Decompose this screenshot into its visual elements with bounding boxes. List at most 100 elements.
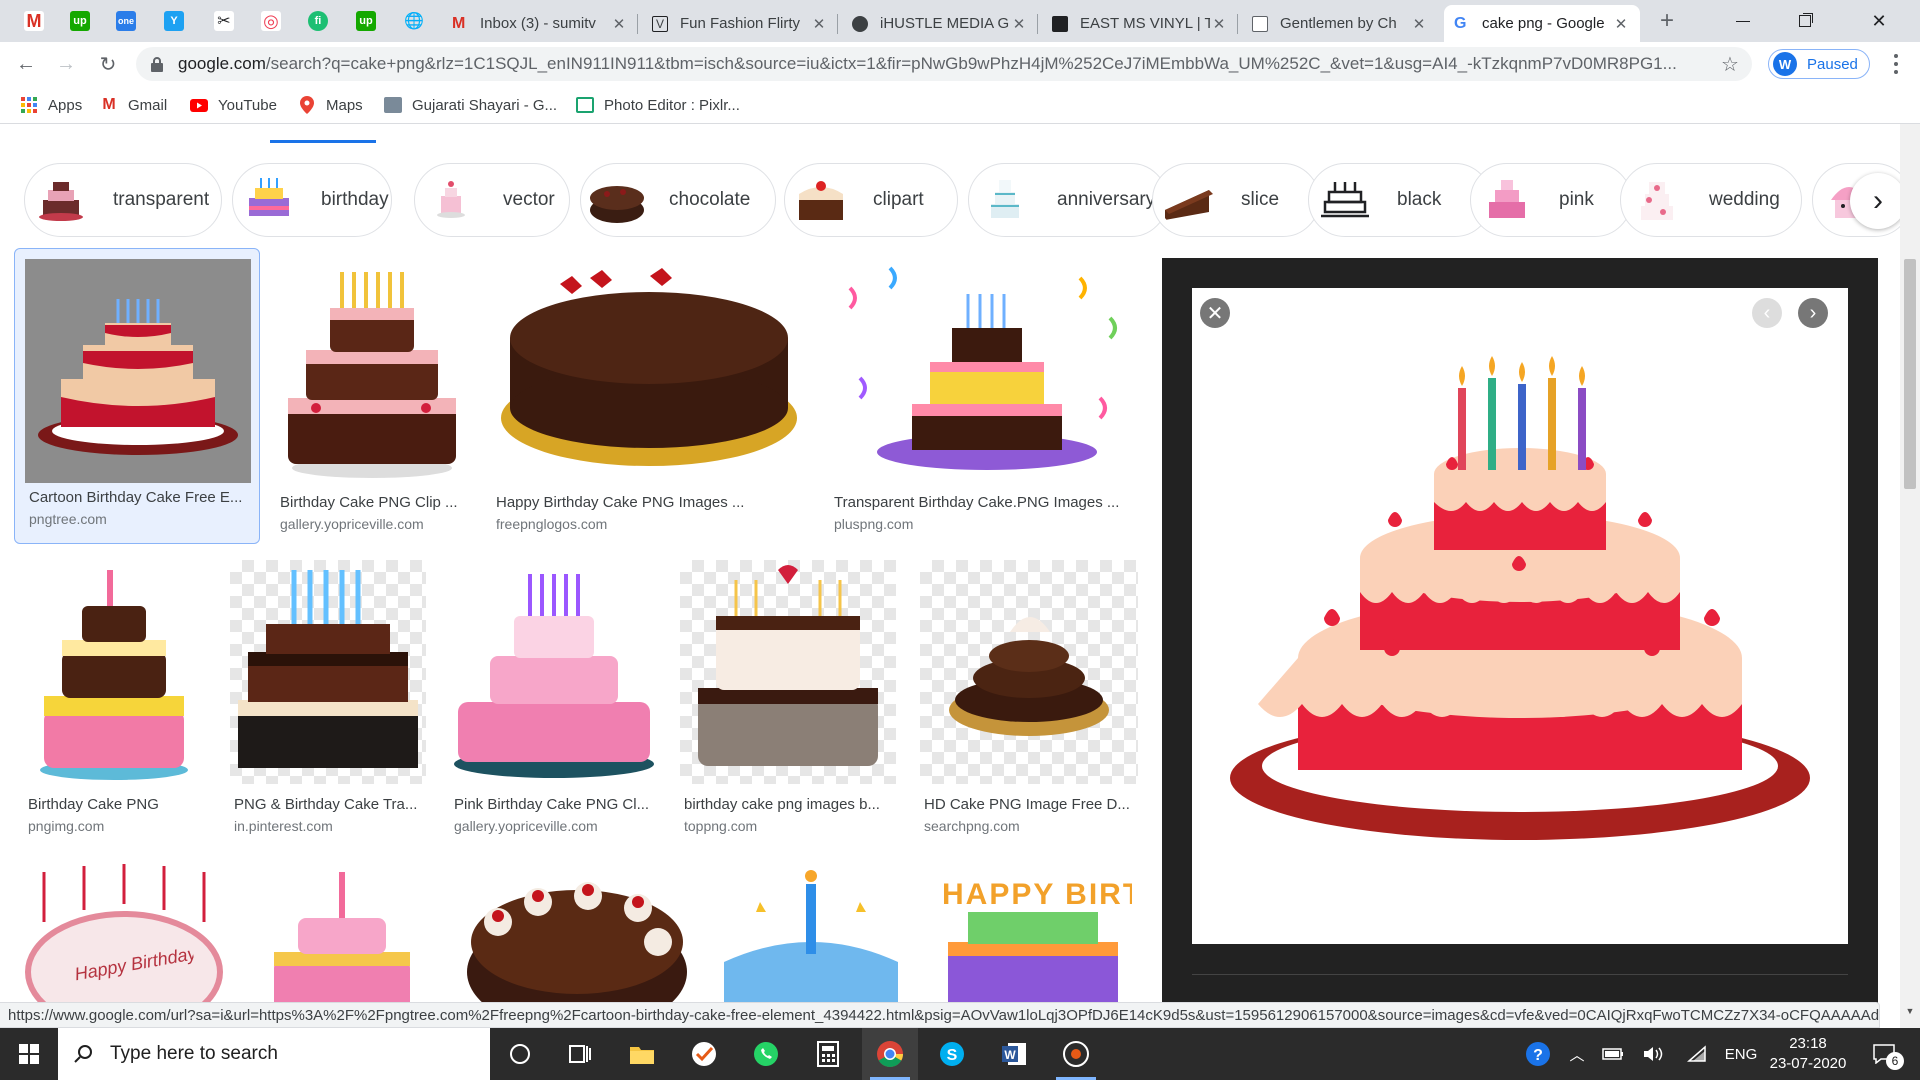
taskbar-clock[interactable]: 23:18 23-07-2020: [1766, 1034, 1850, 1074]
result-image[interactable]: [920, 560, 1138, 784]
browser-menu-icon[interactable]: [1886, 52, 1906, 76]
pinned-tab-fiverr[interactable]: fi: [302, 6, 334, 36]
bookmark-apps[interactable]: Apps: [20, 94, 82, 116]
tab-inbox[interactable]: M Inbox (3) - sumitv ✕: [442, 5, 638, 42]
result-tile[interactable]: [720, 862, 902, 1010]
minimize-button[interactable]: [1712, 0, 1774, 42]
volume-button[interactable]: [1636, 1028, 1670, 1080]
back-button[interactable]: ←: [12, 50, 40, 78]
close-preview-button[interactable]: ✕: [1200, 298, 1230, 328]
wifi-button[interactable]: [1680, 1028, 1714, 1080]
result-tile[interactable]: HD Cake PNG Image Free D... searchpng.co…: [920, 560, 1138, 844]
pinned-tab-upwork-2[interactable]: up: [350, 6, 382, 36]
result-title[interactable]: HD Cake PNG Image Free D...: [924, 796, 1138, 813]
cortana-button[interactable]: [492, 1028, 548, 1080]
pinned-tab-tools[interactable]: ✂: [208, 6, 240, 36]
result-tile[interactable]: Transparent Birthday Cake.PNG Images ...…: [830, 258, 1144, 542]
app-checkmark-button[interactable]: [676, 1028, 732, 1080]
chrome-button[interactable]: [862, 1028, 918, 1080]
whatsapp-button[interactable]: [738, 1028, 794, 1080]
result-tile[interactable]: Birthday Cake PNG pngimg.com: [24, 560, 204, 844]
result-image[interactable]: [830, 258, 1144, 482]
close-tab-icon[interactable]: ✕: [1010, 15, 1028, 33]
notification-center-button[interactable]: 6: [1862, 1028, 1906, 1080]
result-title[interactable]: Pink Birthday Cake PNG Cl...: [454, 796, 658, 813]
tab-ihustle[interactable]: iHUSTLE MEDIA G ✕: [842, 5, 1038, 42]
result-image[interactable]: [24, 560, 204, 784]
result-image[interactable]: [25, 259, 251, 483]
reload-button[interactable]: ↻: [94, 50, 122, 78]
result-title[interactable]: Birthday Cake PNG Clip ...: [280, 494, 468, 511]
result-tile[interactable]: Happy Birthday: [24, 862, 224, 1010]
input-language[interactable]: ENG: [1720, 1028, 1762, 1080]
chip-pink[interactable]: pink: [1470, 163, 1632, 237]
result-image[interactable]: [276, 258, 468, 482]
media-player-button[interactable]: [1048, 1028, 1104, 1080]
task-view-button[interactable]: [552, 1028, 608, 1080]
bookmark-gujarati-shayari[interactable]: Gujarati Shayari - G...: [384, 94, 557, 116]
result-tile[interactable]: [458, 862, 696, 1010]
close-tab-icon[interactable]: ✕: [1612, 15, 1630, 33]
result-tile[interactable]: birthday cake png images b... toppng.com: [680, 560, 896, 844]
result-title[interactable]: Transparent Birthday Cake.PNG Images ...: [834, 494, 1144, 511]
address-bar[interactable]: google.com/search?q=cake+png&rlz=1C1SQJL…: [136, 47, 1752, 81]
result-image[interactable]: [680, 560, 896, 784]
pinned-tab-gmail[interactable]: M: [18, 6, 50, 36]
result-tile[interactable]: [250, 862, 434, 1010]
result-title[interactable]: PNG & Birthday Cake Tra...: [234, 796, 426, 813]
tab-cake-png[interactable]: G cake png - Google ✕: [1444, 5, 1640, 42]
restore-button[interactable]: [1774, 0, 1836, 42]
file-explorer-button[interactable]: [614, 1028, 670, 1080]
bookmark-star-icon[interactable]: ☆: [1716, 52, 1744, 77]
show-hidden-icons-button[interactable]: ︿: [1560, 1028, 1594, 1080]
result-image[interactable]: [458, 862, 696, 1010]
result-image[interactable]: [250, 862, 434, 1010]
next-image-button[interactable]: ›: [1798, 298, 1828, 328]
taskbar-search-box[interactable]: Type here to search: [58, 1028, 490, 1080]
scrollbar-thumb[interactable]: [1904, 259, 1916, 489]
result-tile[interactable]: Happy Birthday Cake PNG Images ... freep…: [490, 258, 808, 542]
scroll-down-arrow-icon[interactable]: ▼: [1900, 1006, 1920, 1022]
tab-gentlemen[interactable]: Gentlemen by Ch ✕: [1242, 5, 1438, 42]
tab-fun-fashion[interactable]: V Fun Fashion Flirty ✕: [642, 5, 838, 42]
tab-east-ms-vinyl[interactable]: EAST MS VINYL | T ✕: [1042, 5, 1238, 42]
bookmark-maps[interactable]: Maps: [298, 94, 363, 116]
profile-paused-button[interactable]: W Paused: [1768, 49, 1870, 79]
close-window-button[interactable]: ✕: [1848, 0, 1910, 42]
result-image[interactable]: [24, 862, 224, 1010]
result-tile[interactable]: Birthday Cake PNG Clip ... gallery.yopri…: [276, 258, 468, 542]
word-button[interactable]: W: [986, 1028, 1042, 1080]
pinned-tab-onedrive[interactable]: one: [110, 6, 142, 36]
result-title[interactable]: Happy Birthday Cake PNG Images ...: [496, 494, 806, 511]
close-tab-icon[interactable]: ✕: [810, 15, 828, 33]
result-tile[interactable]: PNG & Birthday Cake Tra... in.pinterest.…: [230, 560, 426, 844]
chips-next-button[interactable]: ›: [1850, 173, 1906, 229]
forward-button[interactable]: →: [52, 50, 80, 78]
skype-button[interactable]: S: [924, 1028, 980, 1080]
previous-image-button[interactable]: ‹: [1752, 298, 1782, 328]
chip-clipart[interactable]: clipart: [784, 163, 958, 237]
pinned-tab-upwork[interactable]: up: [64, 6, 96, 36]
bookmark-youtube[interactable]: YouTube: [190, 94, 277, 116]
help-tray-button[interactable]: ?: [1518, 1028, 1558, 1080]
chip-birthday[interactable]: birthday: [232, 163, 392, 237]
pinned-tab-twitter[interactable]: Y: [158, 6, 190, 36]
page-scrollbar[interactable]: ▲ ▼: [1900, 124, 1920, 1028]
preview-image[interactable]: ✕ ‹ ›: [1192, 288, 1848, 944]
close-tab-icon[interactable]: ✕: [610, 15, 628, 33]
chip-anniversary[interactable]: anniversary: [968, 163, 1168, 237]
pinned-tab-globe[interactable]: 🌐: [398, 6, 430, 36]
result-image[interactable]: [490, 258, 808, 482]
chip-chocolate[interactable]: chocolate: [580, 163, 776, 237]
result-tile[interactable]: Cartoon Birthday Cake Free E... pngtree.…: [14, 248, 260, 544]
start-button[interactable]: [0, 1028, 58, 1080]
result-tile[interactable]: Pink Birthday Cake PNG Cl... gallery.yop…: [450, 560, 658, 844]
chip-vector[interactable]: vector: [414, 163, 570, 237]
calculator-button[interactable]: [800, 1028, 856, 1080]
battery-button[interactable]: [1596, 1028, 1630, 1080]
new-tab-button[interactable]: +: [1653, 8, 1681, 36]
chip-slice[interactable]: slice: [1152, 163, 1320, 237]
result-image[interactable]: [720, 862, 902, 1010]
close-tab-icon[interactable]: ✕: [1410, 15, 1428, 33]
chip-transparent[interactable]: transparent: [24, 163, 222, 237]
